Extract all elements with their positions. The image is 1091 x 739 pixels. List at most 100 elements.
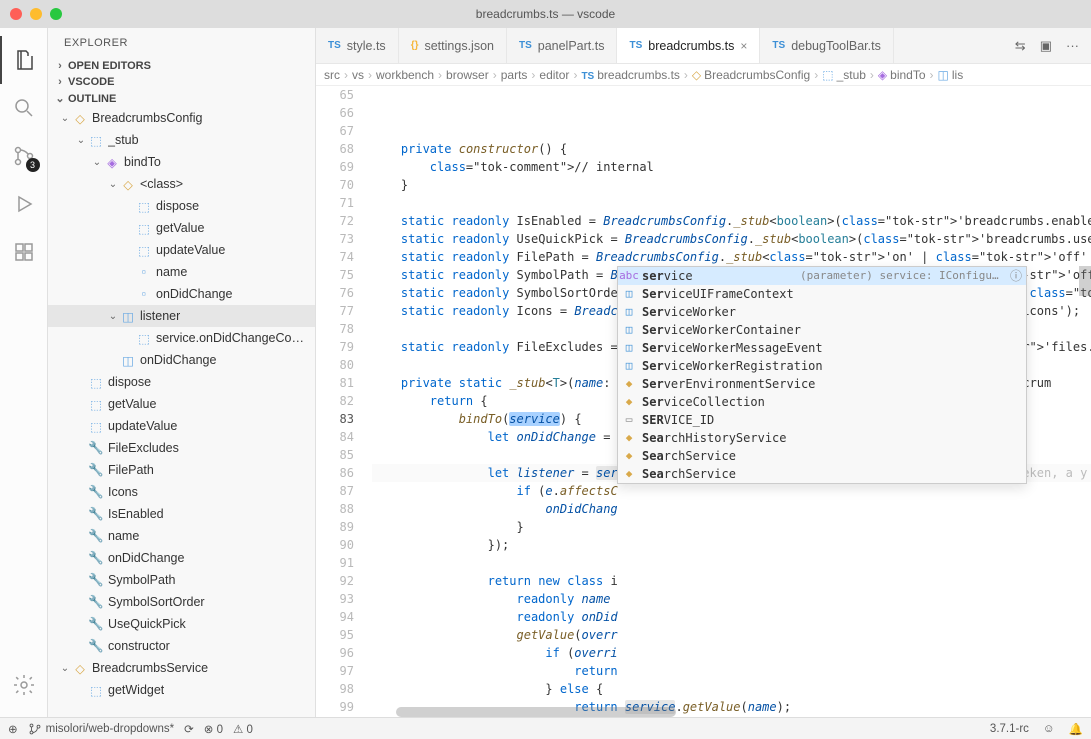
suggest-item[interactable]: ◆SearchHistoryService <box>618 429 1026 447</box>
debug-icon[interactable] <box>0 180 48 228</box>
code-line[interactable]: } <box>372 176 1091 194</box>
outline-item[interactable]: ▫name <box>48 261 315 283</box>
suggest-widget[interactable]: abcservice(parameter) service: IConfigur… <box>617 266 1027 484</box>
breadcrumb-item[interactable]: parts <box>501 68 528 82</box>
open-editors-section[interactable]: › OPEN EDITORS <box>48 58 315 74</box>
chevron-down-icon[interactable]: ⌄ <box>58 663 72 674</box>
suggest-item[interactable]: ▭SERVICE_ID <box>618 411 1026 429</box>
close-icon[interactable]: × <box>740 39 747 53</box>
breadcrumb-item[interactable]: TSbreadcrumbs.ts <box>581 68 679 82</box>
outline-item[interactable]: ⌄◇BreadcrumbsConfig <box>48 107 315 129</box>
breadcrumb-item[interactable]: browser <box>446 68 489 82</box>
suggest-item[interactable]: ◫ServiceWorkerContainer <box>618 321 1026 339</box>
breadcrumb-item[interactable]: ◈bindTo <box>878 68 926 82</box>
outline-item[interactable]: ⌄⬚_stub <box>48 129 315 151</box>
chevron-down-icon[interactable]: ⌄ <box>74 135 88 146</box>
outline-section[interactable]: ⌄ OUTLINE <box>48 90 315 107</box>
code-line[interactable]: onDidChang <box>372 500 1091 518</box>
outline-item[interactable]: 🔧SymbolSortOrder <box>48 591 315 613</box>
extensions-icon[interactable] <box>0 228 48 276</box>
outline-item[interactable]: 🔧UseQuickPick <box>48 613 315 635</box>
outline-item[interactable]: 🔧constructor <box>48 635 315 657</box>
outline-item[interactable]: ⬚updateValue <box>48 239 315 261</box>
warnings-count[interactable]: ⚠ 0 <box>233 722 253 736</box>
breadcrumb[interactable]: src›vs›workbench›browser›parts›editor›TS… <box>316 64 1091 86</box>
outline-item[interactable]: ▫onDidChange <box>48 283 315 305</box>
compare-icon[interactable]: ⇆ <box>1015 38 1026 54</box>
breadcrumb-item[interactable]: ◫lis <box>938 68 964 82</box>
chevron-down-icon[interactable]: ⌄ <box>58 113 72 124</box>
remote-indicator[interactable]: ⊕ <box>8 722 18 736</box>
git-branch[interactable]: misolori/web-dropdowns* <box>28 722 174 736</box>
tab[interactable]: TSdebugToolBar.ts <box>760 28 893 63</box>
code-line[interactable]: static readonly UseQuickPick = Breadcrum… <box>372 230 1091 248</box>
suggest-item[interactable]: ◆SearchService <box>618 465 1026 483</box>
breadcrumb-item[interactable]: ◇BreadcrumbsConfig <box>692 68 810 82</box>
suggest-item[interactable]: ◫ServiceWorkerRegistration <box>618 357 1026 375</box>
suggest-item[interactable]: ◆ServerEnvironmentService <box>618 375 1026 393</box>
code-line[interactable]: getValue(overr <box>372 626 1091 644</box>
outline-item[interactable]: ⬚getValue <box>48 217 315 239</box>
code-line[interactable]: readonly onDid <box>372 608 1091 626</box>
outline-item[interactable]: ◫onDidChange <box>48 349 315 371</box>
chevron-down-icon[interactable]: ⌄ <box>90 157 104 168</box>
tab[interactable]: TSpanelPart.ts <box>507 28 618 63</box>
tab[interactable]: TSbreadcrumbs.ts× <box>617 28 760 63</box>
breadcrumb-item[interactable]: ⬚_stub <box>822 68 866 82</box>
outline-item[interactable]: 🔧SymbolPath <box>48 569 315 591</box>
info-icon[interactable]: ⓘ <box>1010 267 1022 285</box>
suggest-item[interactable]: ◫ServiceUIFrameContext <box>618 285 1026 303</box>
code-line[interactable]: return <box>372 662 1091 680</box>
chevron-down-icon[interactable]: ⌄ <box>106 311 120 322</box>
outline-item[interactable]: 🔧onDidChange <box>48 547 315 569</box>
code-line[interactable]: return new class i <box>372 572 1091 590</box>
close-window[interactable] <box>10 8 22 20</box>
code-line[interactable] <box>372 194 1091 212</box>
code-line[interactable]: }); <box>372 536 1091 554</box>
settings-icon[interactable] <box>0 661 48 709</box>
code-line[interactable] <box>372 554 1091 572</box>
folder-section[interactable]: › VSCODE <box>48 74 315 90</box>
typescript-version[interactable]: 3.7.1-rc <box>990 723 1029 735</box>
tab[interactable]: TSstyle.ts <box>316 28 399 63</box>
suggest-item[interactable]: ◆ServiceCollection <box>618 393 1026 411</box>
code-line[interactable]: } else { <box>372 680 1091 698</box>
code-line[interactable]: if (overri <box>372 644 1091 662</box>
suggest-item[interactable]: ◫ServiceWorkerMessageEvent <box>618 339 1026 357</box>
split-icon[interactable]: ▣ <box>1040 38 1052 54</box>
outline-item[interactable]: 🔧FilePath <box>48 459 315 481</box>
outline-item[interactable]: ⬚dispose <box>48 195 315 217</box>
code-line[interactable]: class="tok-comment">// internal <box>372 158 1091 176</box>
zoom-window[interactable] <box>50 8 62 20</box>
outline-item[interactable]: ⬚getWidget <box>48 679 315 701</box>
breadcrumb-item[interactable]: workbench <box>376 68 434 82</box>
minimize-window[interactable] <box>30 8 42 20</box>
code-line[interactable]: static readonly IsEnabled = BreadcrumbsC… <box>372 212 1091 230</box>
minimap-scrollbar[interactable] <box>1079 266 1091 296</box>
outline-item[interactable]: 🔧FileExcludes <box>48 437 315 459</box>
code-line[interactable]: } <box>372 518 1091 536</box>
suggest-item[interactable]: abcservice(parameter) service: IConfigur… <box>618 267 1026 285</box>
sync-button[interactable]: ⟳ <box>184 722 194 736</box>
search-icon[interactable] <box>0 84 48 132</box>
scm-icon[interactable]: 3 <box>0 132 48 180</box>
horizontal-scrollbar[interactable] <box>382 707 1081 717</box>
outline-item[interactable]: 🔧Icons <box>48 481 315 503</box>
outline-item[interactable]: 🔧IsEnabled <box>48 503 315 525</box>
breadcrumb-item[interactable]: src <box>324 68 340 82</box>
notifications-icon[interactable]: 🔔 <box>1069 722 1083 736</box>
code-line[interactable]: static readonly FilePath = BreadcrumbsCo… <box>372 248 1091 266</box>
code-line[interactable]: private constructor() { <box>372 140 1091 158</box>
chevron-down-icon[interactable]: ⌄ <box>106 179 120 190</box>
suggest-item[interactable]: ◆SearchService <box>618 447 1026 465</box>
outline-item[interactable]: 🔧name <box>48 525 315 547</box>
code-editor[interactable]: 6566676869707172737475767778798081828384… <box>316 86 1091 717</box>
code-line[interactable]: readonly name <box>372 590 1091 608</box>
code-line[interactable]: if (e.affectsC <box>372 482 1091 500</box>
outline-item[interactable]: ⬚dispose <box>48 371 315 393</box>
outline-item[interactable]: ⬚service.onDidChangeCo… <box>48 327 315 349</box>
more-icon[interactable]: ··· <box>1066 38 1079 53</box>
feedback-icon[interactable]: ☺ <box>1043 723 1055 735</box>
errors-count[interactable]: ⊗ 0 <box>204 722 223 736</box>
breadcrumb-item[interactable]: vs <box>352 68 364 82</box>
